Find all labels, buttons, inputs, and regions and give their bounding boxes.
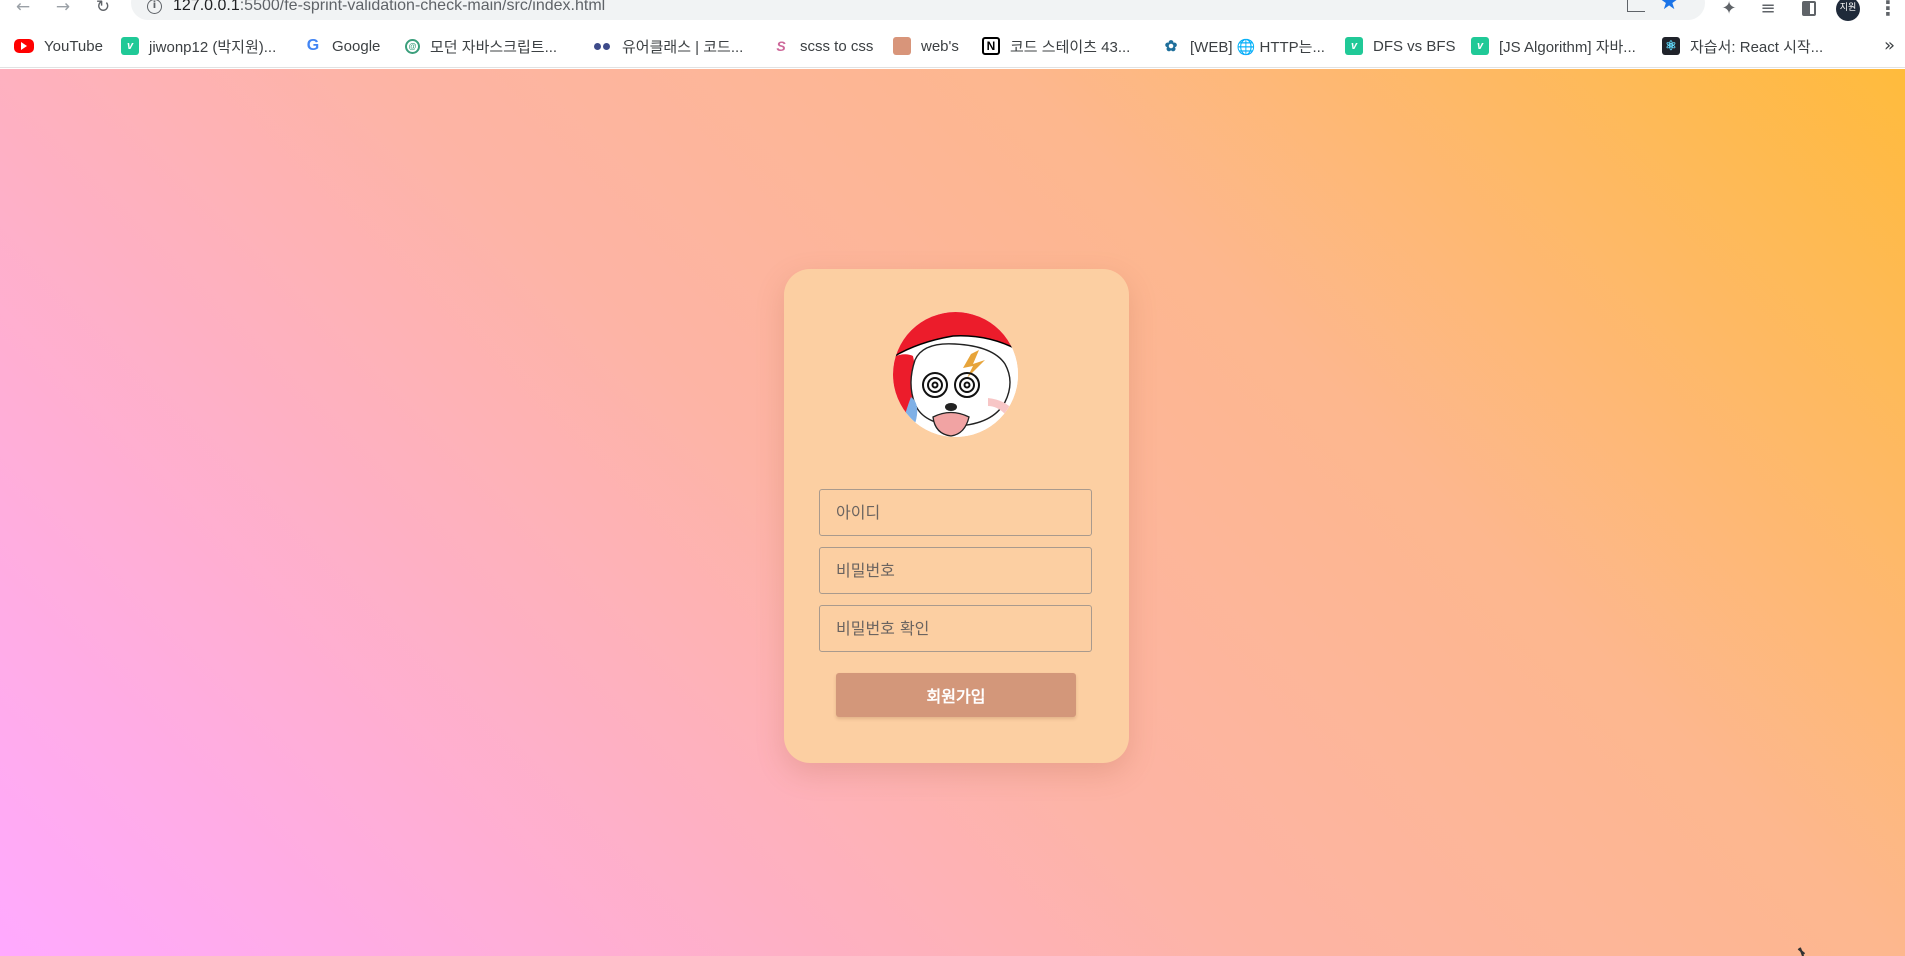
bookmark-js-algorithm[interactable]: v [JS Algorithm] 자바... <box>1471 35 1636 57</box>
browser-toolbar: ← → ↻ i 127.0.0.1:5500/fe-sprint-validat… <box>0 0 1905 22</box>
back-arrow-icon[interactable]: ← <box>10 0 36 18</box>
url-host: 127.0.0.1 <box>173 0 240 14</box>
bookmark-label: Google <box>332 37 381 55</box>
profile-image <box>893 312 1018 437</box>
bookmark-label: 유어클래스 | 코드... <box>622 38 744 56</box>
bookmark-codestates[interactable]: N 코드 스테이츠 43... <box>982 35 1130 57</box>
site-info-icon[interactable]: i <box>147 0 162 14</box>
google-icon: G <box>306 37 320 54</box>
password-input[interactable] <box>819 547 1092 594</box>
bookmark-google[interactable]: G Google <box>304 35 381 57</box>
bookmark-label: [JS Algorithm] 자바... <box>1499 38 1636 56</box>
bookmark-label: jiwonp12 (박지원)... <box>149 38 277 56</box>
username-input[interactable] <box>819 489 1092 536</box>
kebab-menu-icon[interactable]: ⋮ <box>1876 0 1900 20</box>
urclass-icon <box>590 37 612 55</box>
bookmark-label: 코드 스테이츠 43... <box>1010 38 1131 56</box>
velog-icon: v <box>1471 37 1489 55</box>
bookmark-label: DFS vs BFS <box>1373 37 1456 55</box>
bookmark-dfs-bfs[interactable]: v DFS vs BFS <box>1345 35 1456 57</box>
bookmark-urclass[interactable]: 유어클래스 | 코드... <box>590 35 743 57</box>
chevron-more-icon[interactable]: » <box>1884 35 1895 56</box>
bookmark-youtube[interactable]: YouTube <box>14 35 103 57</box>
forward-arrow-icon[interactable]: → <box>50 0 76 18</box>
bookmark-label: YouTube <box>44 37 103 55</box>
bookmark-label: 자습서: React 시작... <box>1690 38 1824 56</box>
bookmark-http[interactable]: ✿ [WEB] 🌐 HTTP는... <box>1162 35 1325 57</box>
password-confirm-input[interactable] <box>819 605 1092 652</box>
bookmark-scss-to-css[interactable]: S scss to css <box>772 35 873 57</box>
url-text[interactable]: 127.0.0.1:5500/fe-sprint-validation-chec… <box>173 0 605 15</box>
side-panel-icon[interactable] <box>1797 0 1821 18</box>
modern-js-icon: @ <box>405 38 420 54</box>
bookmark-velog-profile[interactable]: v jiwonp12 (박지원)... <box>121 35 276 57</box>
velog-icon: v <box>121 37 139 55</box>
url-path: :5500/fe-sprint-validation-check-main/sr… <box>239 0 606 14</box>
signup-card: 회원가입 <box>784 269 1129 763</box>
react-icon: ⚛ <box>1662 37 1680 55</box>
extensions-puzzle-icon[interactable]: ✦ <box>1717 0 1741 19</box>
bookmark-image-icon <box>893 37 911 55</box>
bookmarks-bar: YouTube v jiwonp12 (박지원)... G Google @ 모… <box>0 22 1905 68</box>
bookmark-modern-js[interactable]: @ 모던 자바스크립트... <box>405 35 557 57</box>
reload-icon[interactable]: ↻ <box>90 0 116 18</box>
signup-button[interactable]: 회원가입 <box>836 673 1076 717</box>
bird-icon: ✿ <box>1164 38 1178 55</box>
share-icon[interactable] <box>1627 0 1645 12</box>
page-viewport: 회원가입 <box>0 69 1905 956</box>
bookmark-webs[interactable]: web's <box>893 35 959 57</box>
profile-avatar[interactable]: 지원 <box>1836 0 1860 21</box>
velog-icon: v <box>1345 37 1363 55</box>
sass-icon: S <box>776 38 786 54</box>
bookmark-label: scss to css <box>800 37 874 55</box>
bookmark-label: 모던 자바스크립트... <box>430 38 558 56</box>
youtube-icon <box>14 39 34 53</box>
address-bar[interactable]: i 127.0.0.1:5500/fe-sprint-validation-ch… <box>131 0 1705 20</box>
reading-list-icon[interactable]: ≡ <box>1756 0 1780 19</box>
bookmark-react-tutorial[interactable]: ⚛ 자습서: React 시작... <box>1662 35 1823 57</box>
bookmark-label: [WEB] 🌐 HTTP는... <box>1190 38 1325 56</box>
bookmark-label: web's <box>921 37 959 55</box>
bookmark-star-icon[interactable]: ★ <box>1659 0 1679 14</box>
dizzy-dog-icon <box>893 312 1018 437</box>
notion-icon: N <box>982 37 1000 55</box>
